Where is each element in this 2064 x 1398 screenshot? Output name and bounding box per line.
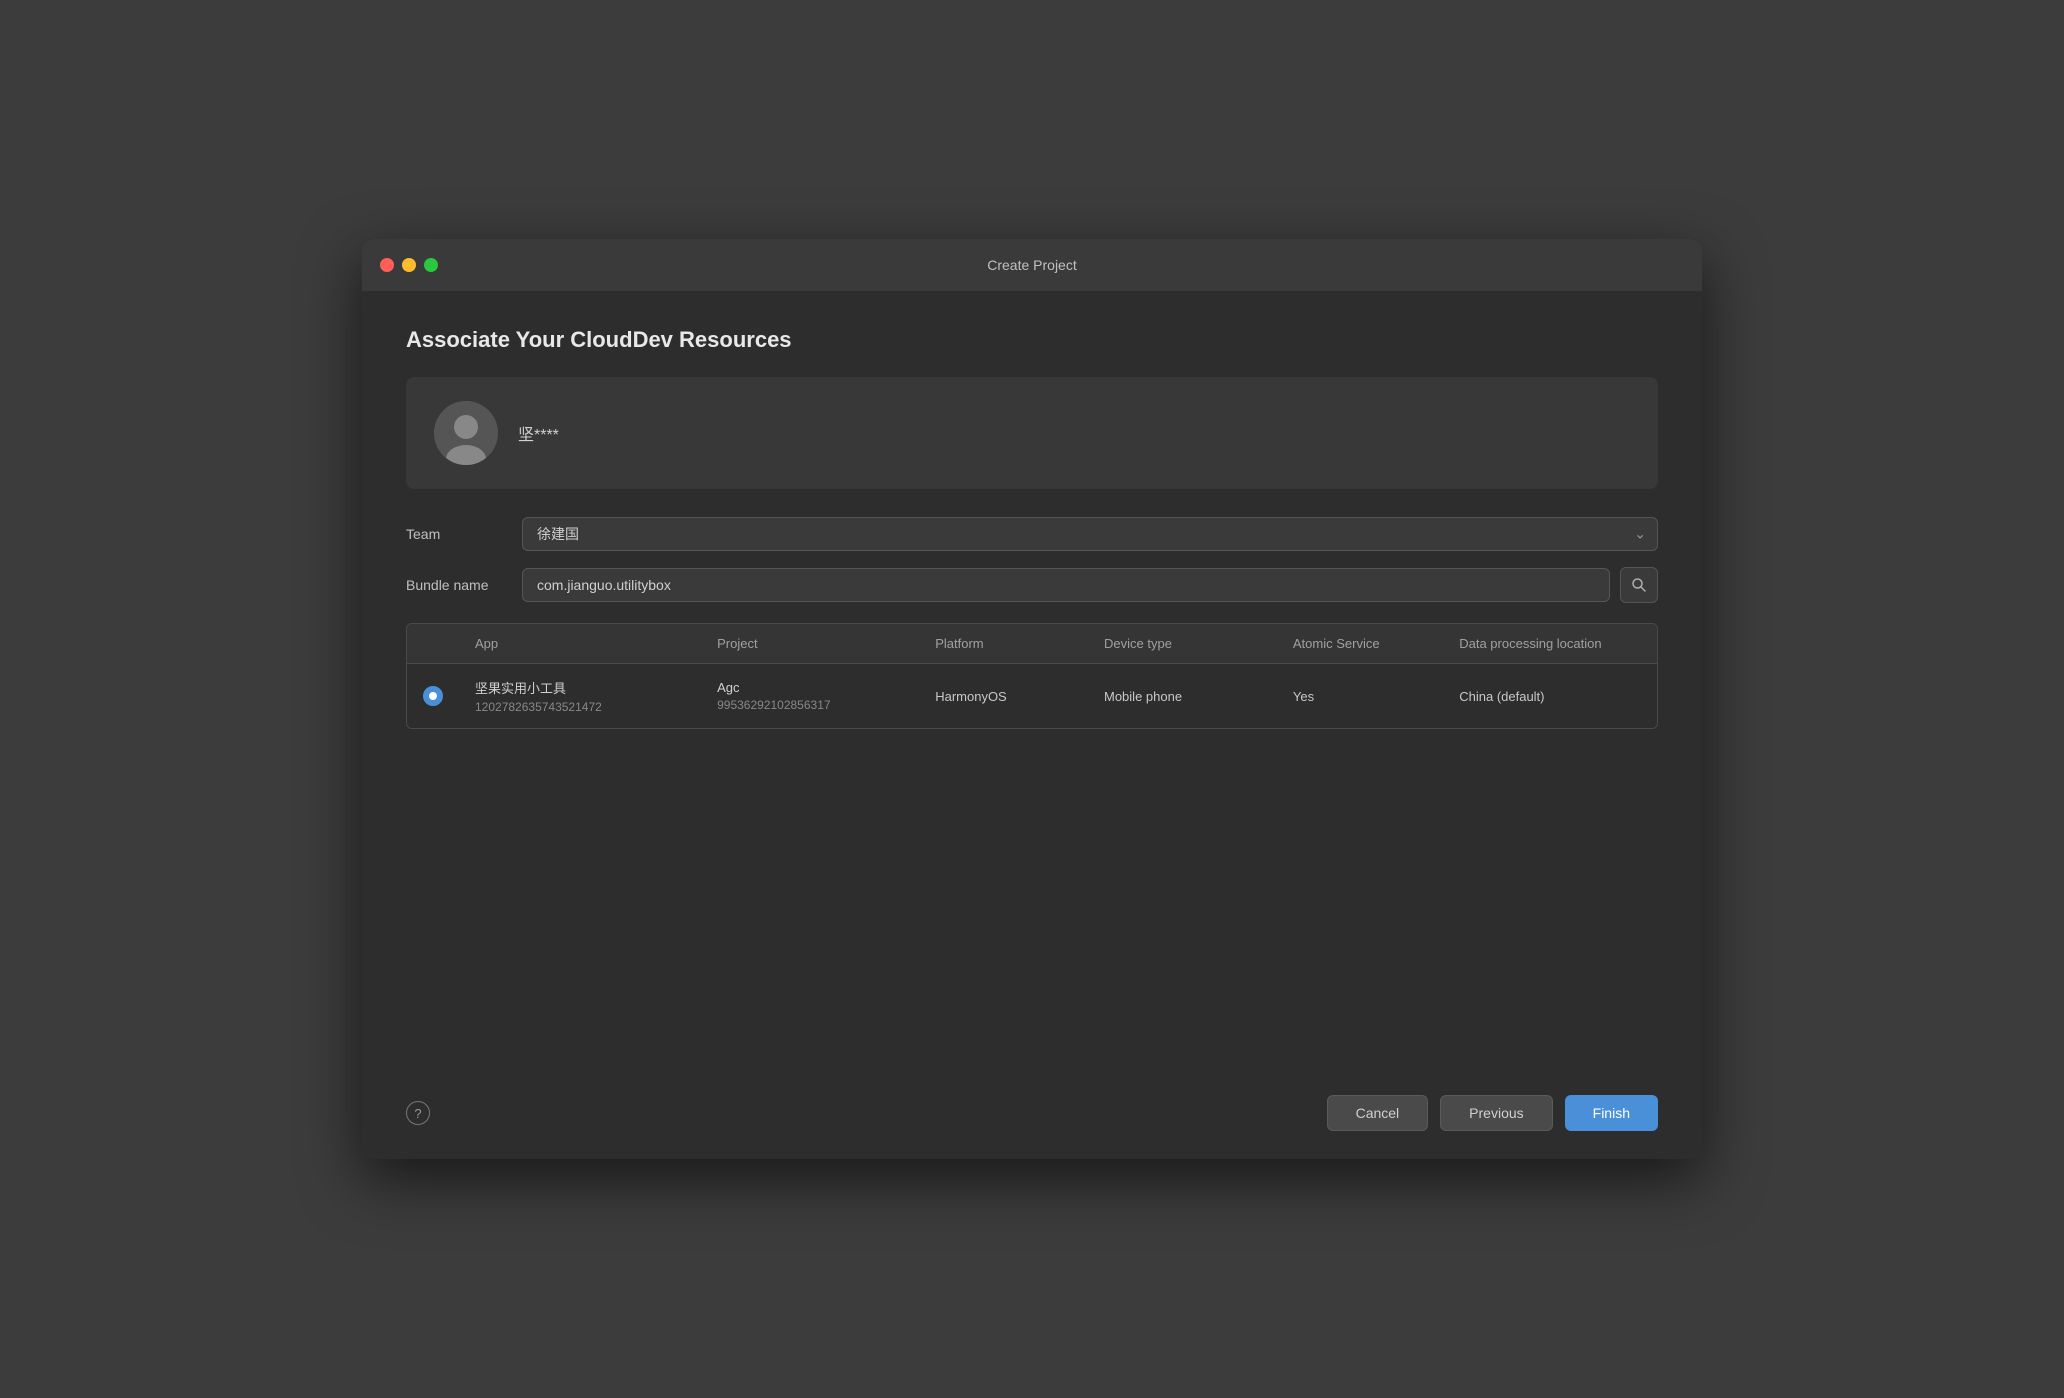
maximize-button[interactable]	[424, 258, 438, 272]
content-area: Associate Your CloudDev Resources 坚**** …	[362, 291, 1702, 1159]
bundle-input-row	[522, 567, 1658, 603]
bundle-label: Bundle name	[406, 577, 506, 593]
device-cell: Mobile phone	[1088, 664, 1277, 729]
team-select[interactable]: 徐建国	[522, 517, 1658, 551]
col-project-header: Project	[701, 624, 919, 664]
bundle-row: Bundle name	[406, 567, 1658, 603]
col-radio-header	[407, 624, 459, 664]
team-label: Team	[406, 526, 506, 542]
project-cell: Agc 99536292102856317	[701, 664, 919, 729]
help-button[interactable]: ?	[406, 1101, 430, 1125]
col-data-header: Data processing location	[1443, 624, 1657, 664]
project-cell-content: Agc 99536292102856317	[717, 680, 903, 712]
project-id: 99536292102856317	[717, 698, 903, 712]
col-app-header: App	[459, 624, 701, 664]
main-window: Create Project Associate Your CloudDev R…	[362, 239, 1702, 1159]
table-body: 坚果实用小工具 1202782635743521472 Agc 99536292…	[407, 664, 1657, 729]
radio-cell[interactable]	[407, 664, 459, 729]
traffic-lights	[380, 258, 438, 272]
atomic-cell: Yes	[1277, 664, 1443, 729]
bundle-input[interactable]	[522, 568, 1610, 602]
data-location-cell: China (default)	[1443, 664, 1657, 729]
footer-buttons: Cancel Previous Finish	[1327, 1095, 1658, 1131]
col-atomic-header: Atomic Service	[1277, 624, 1443, 664]
window-title: Create Project	[987, 257, 1076, 273]
footer: ? Cancel Previous Finish	[406, 1079, 1658, 1139]
search-button[interactable]	[1620, 567, 1658, 603]
search-icon	[1631, 577, 1647, 593]
form-section: Team 徐建国 ⌄ Bundle name	[406, 517, 1658, 603]
team-select-wrapper: 徐建国 ⌄	[522, 517, 1658, 551]
team-row: Team 徐建国 ⌄	[406, 517, 1658, 551]
results-table-container: App Project Platform Device type Atomic …	[406, 623, 1658, 729]
platform-cell: HarmonyOS	[919, 664, 1088, 729]
app-name: 坚果实用小工具	[475, 678, 685, 697]
app-cell-content: 坚果实用小工具 1202782635743521472	[475, 678, 685, 714]
close-button[interactable]	[380, 258, 394, 272]
account-banner: 坚****	[406, 377, 1658, 489]
question-icon: ?	[414, 1106, 421, 1121]
results-table: App Project Platform Device type Atomic …	[407, 624, 1657, 728]
previous-button[interactable]: Previous	[1440, 1095, 1552, 1131]
radio-button[interactable]	[423, 686, 443, 706]
table-header: App Project Platform Device type Atomic …	[407, 624, 1657, 664]
col-device-header: Device type	[1088, 624, 1277, 664]
avatar	[434, 401, 498, 465]
account-name: 坚****	[518, 421, 559, 445]
app-id: 1202782635743521472	[475, 700, 685, 714]
finish-button[interactable]: Finish	[1565, 1095, 1658, 1131]
cancel-button[interactable]: Cancel	[1327, 1095, 1429, 1131]
title-bar: Create Project	[362, 239, 1702, 291]
table-row[interactable]: 坚果实用小工具 1202782635743521472 Agc 99536292…	[407, 664, 1657, 729]
col-platform-header: Platform	[919, 624, 1088, 664]
app-cell: 坚果实用小工具 1202782635743521472	[459, 664, 701, 729]
minimize-button[interactable]	[402, 258, 416, 272]
page-title: Associate Your CloudDev Resources	[406, 327, 1658, 353]
project-name: Agc	[717, 680, 903, 695]
